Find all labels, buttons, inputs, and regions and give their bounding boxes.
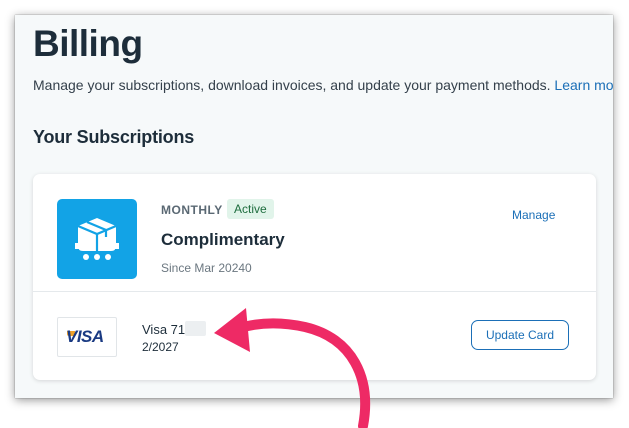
page-title: Billing: [33, 23, 143, 64]
card-number: Visa 71: [142, 321, 207, 337]
card-expiry: 2/2027: [142, 340, 179, 354]
card-number-text: Visa 71: [142, 322, 186, 337]
subscriptions-heading: Your Subscriptions: [33, 127, 195, 147]
page-description: Manage your subscriptions, download invo…: [33, 77, 613, 93]
plan-frequency: MONTHLY: [161, 203, 223, 217]
card-divider: [33, 291, 596, 292]
status-badge: Active: [227, 199, 274, 219]
visa-logo: VISA: [57, 317, 117, 357]
description-text: Manage your subscriptions, download invo…: [33, 77, 551, 93]
update-card-button[interactable]: Update Card: [471, 320, 569, 350]
manage-link[interactable]: Manage: [512, 208, 555, 222]
plan-name: Complimentary: [161, 230, 285, 249]
learn-more-link[interactable]: Learn mo: [554, 77, 613, 93]
billing-window: Billing Manage your subscriptions, downl…: [15, 15, 613, 398]
masked-digits: [185, 321, 207, 336]
visa-wordmark: VISA: [66, 327, 104, 346]
plan-since-date: Since Mar 20240: [161, 261, 252, 275]
subscription-card: MONTHLY Active Complimentary Since Mar 2…: [33, 174, 596, 380]
delivery-cart-icon: [57, 199, 137, 279]
